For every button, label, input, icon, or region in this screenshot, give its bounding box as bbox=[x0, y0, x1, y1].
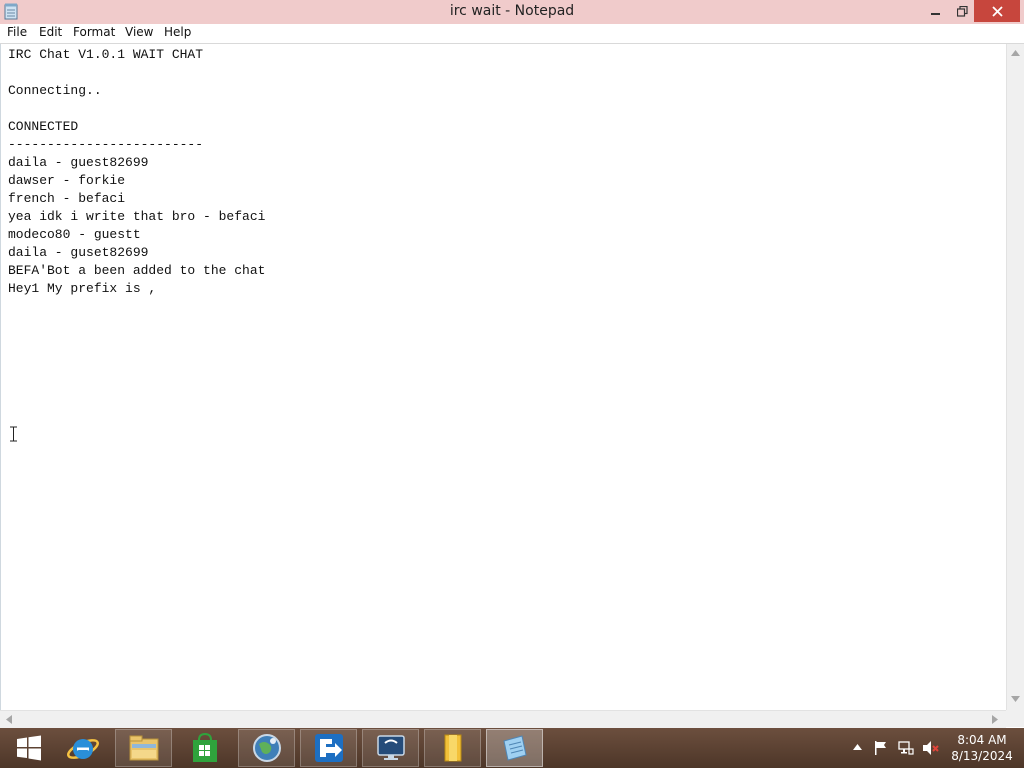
editor-line: daila - guset82699 bbox=[8, 245, 149, 260]
window-title: irc wait - Notepad bbox=[449, 3, 575, 19]
editor-line: french - befaci bbox=[8, 191, 126, 206]
folder-icon bbox=[129, 735, 158, 761]
restore-icon bbox=[956, 5, 968, 17]
text-editor[interactable]: IRC Chat V1.0.1 WAIT CHAT Connecting.. C… bbox=[0, 44, 1007, 710]
taskbar-folder-app[interactable] bbox=[424, 729, 481, 767]
menu-view[interactable]: View bbox=[125, 25, 153, 39]
minimize-icon bbox=[931, 13, 940, 15]
vertical-scrollbar[interactable] bbox=[1006, 44, 1024, 710]
editor-line: IRC Chat V1.0.1 WAIT CHAT bbox=[8, 47, 204, 62]
text-cursor-icon bbox=[10, 426, 17, 442]
yellow-folder-icon bbox=[444, 734, 461, 762]
menu-format[interactable]: Format bbox=[73, 25, 115, 39]
taskbar-internet-explorer[interactable] bbox=[54, 729, 111, 767]
flag-icon[interactable] bbox=[874, 740, 888, 756]
scroll-right-icon[interactable] bbox=[992, 715, 998, 724]
menu-edit[interactable]: Edit bbox=[39, 25, 62, 39]
chevron-up-icon[interactable] bbox=[853, 744, 862, 750]
editor-line: dawser - forkie bbox=[8, 173, 126, 188]
close-button[interactable] bbox=[974, 0, 1020, 22]
scroll-left-icon[interactable] bbox=[6, 715, 12, 724]
menu-bar: File Edit Format View Help bbox=[0, 24, 1024, 44]
volume-muted-icon[interactable] bbox=[922, 740, 940, 756]
clock-date: 8/13/2024 bbox=[951, 749, 1013, 763]
editor-line: CONNECTED bbox=[8, 119, 79, 134]
title-bar[interactable]: irc wait - Notepad bbox=[0, 0, 1024, 24]
taskbar-monitor-app[interactable] bbox=[362, 729, 419, 767]
editor-line: ------------------------- bbox=[8, 137, 204, 152]
internet-explorer-icon bbox=[66, 739, 99, 759]
scrollbar-corner bbox=[1006, 710, 1024, 727]
scroll-down-icon[interactable] bbox=[1011, 696, 1020, 702]
editor-line: BEFA'Bot a been added to the chat bbox=[8, 263, 266, 278]
store-bag-icon bbox=[192, 732, 217, 762]
network-icon[interactable] bbox=[898, 740, 914, 756]
horizontal-scrollbar[interactable] bbox=[0, 710, 1006, 728]
notepad-icon bbox=[502, 735, 527, 761]
editor-line: yea idk i write that bro - befaci bbox=[8, 209, 266, 224]
menu-file[interactable]: File bbox=[7, 25, 27, 39]
editor-line: Hey1 My prefix is , bbox=[8, 281, 157, 296]
editor-line: daila - guest82699 bbox=[8, 155, 149, 170]
taskbar-globe-app[interactable] bbox=[238, 729, 295, 767]
system-clock[interactable]: 8:04 AM 8/13/2024 bbox=[944, 732, 1020, 764]
taskbar: 8:04 AM 8/13/2024 bbox=[0, 728, 1024, 768]
clock-time: 8:04 AM bbox=[957, 733, 1007, 747]
start-button[interactable] bbox=[0, 729, 57, 767]
monitor-icon bbox=[376, 735, 405, 760]
windows-logo-icon bbox=[16, 735, 41, 761]
editor-line: Connecting.. bbox=[8, 83, 102, 98]
editor-line: modeco80 - guestt bbox=[8, 227, 141, 242]
taskbar-ftp-app[interactable] bbox=[300, 729, 357, 767]
scroll-up-icon[interactable] bbox=[1011, 50, 1020, 56]
close-icon bbox=[991, 5, 1003, 17]
globe-icon bbox=[252, 734, 281, 762]
taskbar-notepad[interactable] bbox=[486, 729, 543, 767]
menu-help[interactable]: Help bbox=[164, 25, 191, 39]
transfer-arrow-icon bbox=[314, 734, 343, 762]
restore-button[interactable] bbox=[948, 0, 976, 22]
minimize-button[interactable] bbox=[922, 0, 950, 22]
taskbar-file-explorer[interactable] bbox=[115, 729, 172, 767]
taskbar-store[interactable] bbox=[176, 729, 233, 767]
